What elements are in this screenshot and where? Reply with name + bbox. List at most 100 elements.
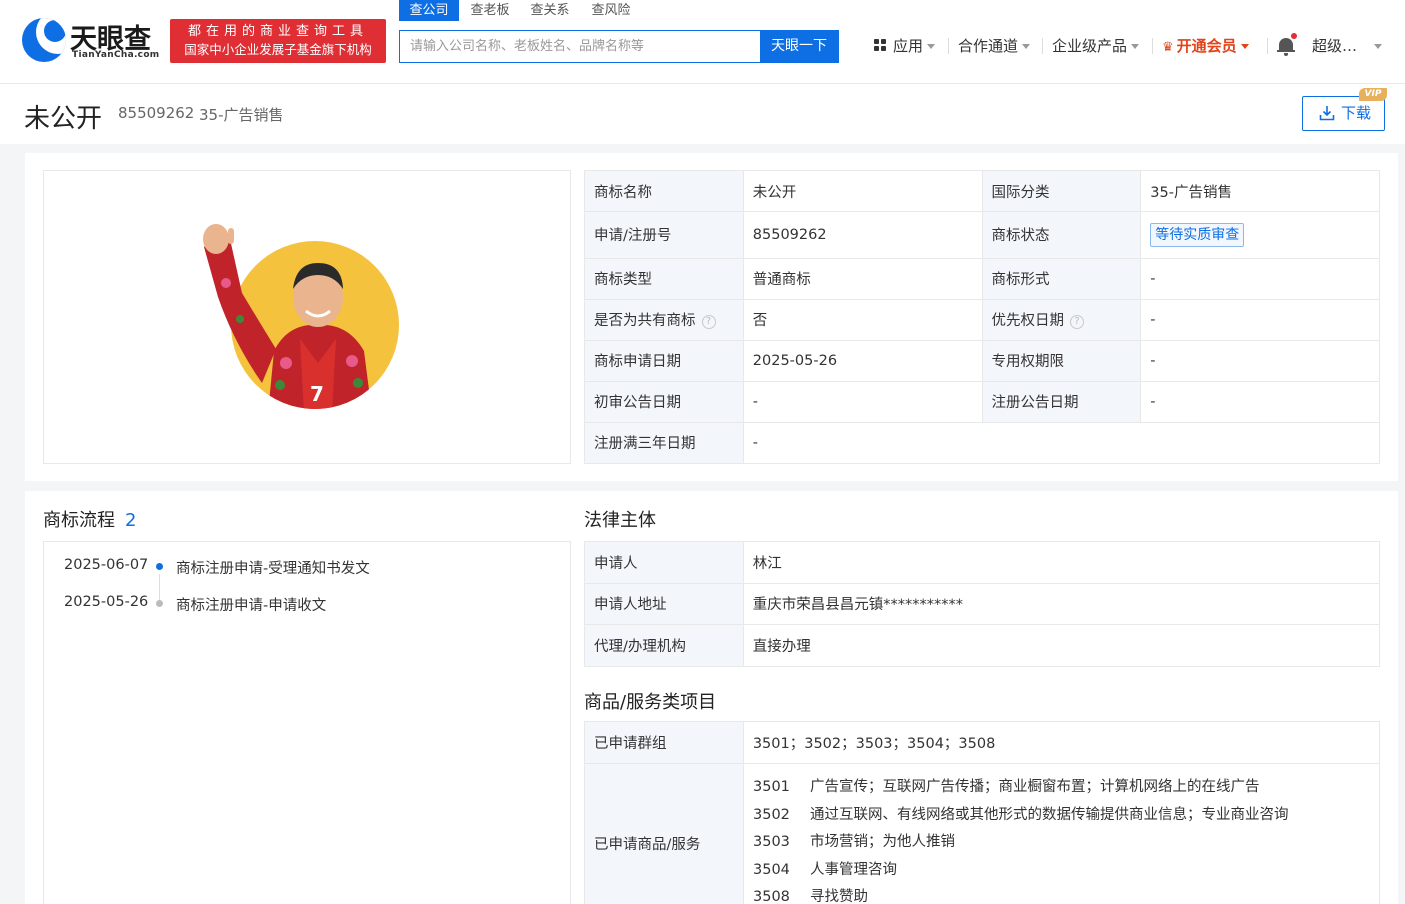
nav-apps-label: 应用: [893, 37, 924, 55]
timeline-text: 商标注册申请-申请收文: [176, 598, 327, 614]
timeline-date: 2025-05-26: [64, 594, 149, 610]
service-item: 3501 广告宣传；互联网广告传播；商业橱窗布置；计算机网络上的在线广告: [753, 775, 1260, 796]
search-button[interactable]: 天眼一下: [760, 31, 838, 62]
field-label: 商标形式: [981, 257, 1142, 300]
user-menu[interactable]: 超级…: [1312, 36, 1357, 56]
nav-vip-label: 开通会员: [1176, 37, 1237, 55]
service-text: 广告宣传；互联网广告传播；商业橱窗布置；计算机网络上的在线广告: [810, 779, 1260, 795]
field-value: -: [1140, 339, 1380, 382]
tab-relation[interactable]: 查关系: [521, 0, 579, 21]
table-row: 注册满三年日期 -: [584, 421, 1381, 465]
site-logo[interactable]: 天眼查 TianYanCha.com: [22, 16, 164, 64]
nav-apps[interactable]: 应用: [874, 36, 936, 56]
field-label-cell: 优先权日期?: [981, 298, 1142, 341]
download-label: 下载: [1341, 104, 1372, 122]
field-label: 申请/注册号: [584, 211, 744, 259]
nav-divider: [1042, 38, 1043, 54]
timeline-dot: [156, 563, 163, 570]
field-value: 3501；3502；3503；3504；3508: [742, 721, 1381, 764]
service-code: 3508: [753, 889, 790, 904]
title-reg-number: 85509262: [118, 104, 195, 122]
nav-vip[interactable]: ♛ 开通会员: [1162, 36, 1249, 56]
bell-icon[interactable]: [1277, 33, 1297, 56]
legal-table: 申请人 林江 申请人地址 重庆市荣昌县昌元镇*********** 代理/办理机构直…: [584, 541, 1381, 667]
field-label: 国际分类: [981, 169, 1142, 213]
logo-icon: [22, 18, 66, 62]
notification-dot: [1291, 33, 1297, 39]
trademark-info-table: 商标名称 未公开 国际分类 35-广告销售 申请/注册号 85509262 商标…: [584, 169, 1381, 465]
field-value: 普通商标: [742, 257, 983, 300]
search-box: 天眼一下: [399, 30, 839, 63]
service-text: 通过互联网、有线网络或其他形式的数据传输提供商业信息；专业商业咨询: [810, 807, 1289, 823]
field-label: 商标名称: [584, 169, 744, 213]
status-cell: 等待实质审查: [1140, 211, 1380, 259]
field-label: 商标申请日期: [584, 339, 744, 382]
field-value: -: [742, 421, 1381, 465]
chevron-down-icon: [1022, 44, 1031, 49]
service-text: 人事管理咨询: [810, 862, 897, 878]
field-label: 商标类型: [584, 257, 744, 300]
field-value: 35-广告销售: [1140, 169, 1380, 213]
field-label: 专用权期限: [981, 339, 1142, 382]
table-row: 代理/办理机构 直接办理: [584, 624, 1381, 667]
field-value: 重庆市荣昌县昌元镇***********: [742, 582, 1381, 626]
title-class: 35-广告销售: [199, 106, 284, 124]
field-label: 申请人: [584, 541, 744, 584]
field-label: 注册公告日期: [981, 380, 1142, 423]
search-input[interactable]: [400, 31, 760, 62]
chevron-down-icon: [1240, 44, 1249, 49]
nav-divider: [1267, 38, 1268, 54]
field-value: -: [1140, 298, 1380, 341]
field-value: 林江: [742, 541, 1381, 584]
flow-section-title: 商标流程 2: [43, 506, 136, 532]
table-row: 商标类型 普通商标 商标形式 -: [584, 257, 1380, 300]
field-label: 注册满三年日期: [584, 421, 744, 465]
svg-text:7: 7: [310, 382, 324, 406]
field-value: 未公开: [742, 169, 983, 213]
table-row: 申请/注册号 85509262 商标状态 等待实质审查: [584, 211, 1380, 259]
tab-boss[interactable]: 查老板: [459, 0, 521, 21]
title-bar: 未公开 85509262 35-广告销售 下载: [0, 84, 1405, 144]
crown-icon: ♛: [1162, 40, 1174, 55]
legal-section-title: 法律主体: [584, 510, 656, 531]
tab-risk[interactable]: 查风险: [579, 0, 643, 21]
help-icon[interactable]: ?: [1070, 315, 1085, 330]
user-menu-toggle[interactable]: [1374, 36, 1382, 56]
nav-enterprise[interactable]: 企业级产品: [1052, 36, 1140, 56]
download-icon: [1319, 106, 1335, 121]
table-row: 申请人地址 重庆市荣昌县昌元镇***********: [584, 582, 1381, 626]
field-label: 优先权日期: [991, 313, 1065, 330]
flow-title: 商标流程: [43, 510, 115, 531]
promo-badge: 都在用的商业查询工具 国家中小企业发展子基金旗下机构: [170, 19, 386, 63]
user-name: 超级…: [1312, 37, 1358, 55]
goods-section-title: 商品/服务类项目: [584, 692, 717, 713]
field-label: 已申请群组: [584, 721, 744, 764]
service-item: 3504 人事管理咨询: [753, 858, 897, 879]
download-button[interactable]: 下载: [1302, 96, 1385, 131]
field-value: -: [742, 380, 983, 423]
field-label: 是否为共有商标: [594, 313, 696, 330]
page-title: 未公开: [24, 104, 103, 134]
field-label: 申请人地址: [584, 582, 744, 626]
field-value: 2025-05-26: [742, 339, 983, 382]
field-value: -: [1140, 257, 1380, 300]
apps-grid-icon: [874, 39, 887, 52]
help-icon[interactable]: ?: [701, 315, 716, 330]
table-row: 申请人 林江: [584, 541, 1381, 584]
chevron-down-icon: [1131, 44, 1140, 49]
field-value: 否: [742, 298, 983, 341]
table-row: 商标名称 未公开 国际分类 35-广告销售: [584, 169, 1380, 213]
table-row: 商标申请日期 2025-05-26 专用权期限 -: [584, 339, 1380, 382]
field-value: 85509262: [742, 211, 983, 259]
service-item: 3503 市场营销；为他人推销: [753, 830, 955, 851]
field-value: -: [1140, 380, 1380, 423]
field-label: 商标状态: [981, 211, 1142, 259]
service-item: 3502 通过互联网、有线网络或其他形式的数据传输提供商业信息；专业商业咨询: [753, 803, 1289, 824]
service-item: 3508 寻找赞助: [753, 885, 868, 904]
flow-count: 2: [125, 510, 137, 531]
vip-tag: VIP: [1359, 88, 1387, 101]
field-label: 初审公告日期: [584, 380, 744, 423]
service-code: 3503: [753, 834, 790, 850]
tab-company[interactable]: 查公司: [399, 0, 459, 21]
nav-cooperation[interactable]: 合作通道: [958, 36, 1031, 56]
